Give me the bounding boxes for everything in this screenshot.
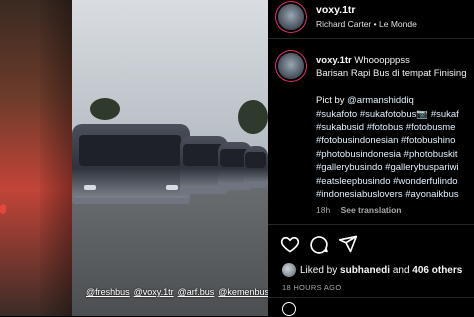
likes-mid: and [392,264,410,276]
separator-dot: • [373,19,377,29]
photo-tag[interactable]: @freshbus [86,287,130,297]
caption-line: Barisan Rapi Bus di tempat Finising [316,68,467,80]
caption-title: Whooopppss [351,55,410,66]
header-subline: Richard Carter • Le Monde [316,19,417,29]
liker-avatar[interactable] [282,263,296,277]
photo-bus-4 [244,146,268,188]
hashtag-line[interactable]: #sukabusid #fotobus #fotobusme [316,121,474,134]
photo-tag[interactable]: @voxy.1tr [134,287,174,297]
audio-artist[interactable]: Richard Carter [316,19,371,29]
photo-tags: @freshbus @voxy.1tr @arf.bus @kemenbus [86,287,268,297]
likes-prefix: Liked by [300,264,338,276]
photo-tag[interactable]: @arf.bus [178,287,215,297]
liker-username[interactable]: subhanedi [340,265,390,276]
bus-window [79,135,181,166]
caption-text: voxy.1tr Whooopppss Barisan Rapi Bus di … [316,54,474,201]
bus-headlight [166,184,179,190]
author-username[interactable]: voxy.1tr [316,4,356,16]
hashtag-line[interactable]: #fotobusindonesian #fotobushino [316,134,474,147]
photo-tree-right [238,100,268,134]
post-side-panel: voxy.1tr Richard Carter • Le Monde voxy.… [268,0,474,316]
notification-dot [0,204,6,214]
caption-prefix: Pict by [316,95,348,107]
caption-line: voxy.1tr Whooopppss [316,54,474,67]
caption-line: Pict by @armanshiddiq [316,94,474,107]
see-translation-link[interactable]: See translation [341,205,402,215]
hashtag-line[interactable]: #indonesiabuslovers #ayonaikbus [316,188,474,201]
author-avatar[interactable] [278,4,304,30]
bus-headlight [83,184,96,190]
hashtag-line[interactable]: #photobusindonesia #photobuskit [316,148,474,161]
post-photo[interactable]: @freshbus @voxy.1tr @arf.bus @kemenbus [72,0,268,316]
post-timestamp: 18 HOURS AGO [282,283,342,292]
audio-title[interactable]: Le Monde [379,19,417,29]
previous-post-preview[interactable] [0,0,72,316]
photo-tree-left [90,98,120,120]
caption-avatar[interactable] [278,53,304,79]
comment-icon[interactable] [309,234,329,254]
hashtag-line[interactable]: #eatsleepbusindo #wonderfulindo [316,175,474,188]
preview-fade [40,0,72,316]
likes-count[interactable]: 406 others [412,265,462,276]
caption-mention[interactable]: @armanshiddiq [347,95,414,106]
caption-time: 18h [316,205,331,215]
photo-bus-1 [72,124,190,204]
photo-tag[interactable]: @kemenbus [218,287,268,297]
caption-username[interactable]: voxy.1tr [316,55,352,66]
bus-window [245,151,267,168]
emoji-icon[interactable] [282,302,296,316]
hashtag-line[interactable]: #sukafoto #sukafotobus📷 #sukaf [316,108,474,121]
likes-row: Liked by subhanedi and 406 others [282,263,462,277]
comment-bar [268,297,474,317]
heart-icon[interactable] [280,234,300,254]
action-bar [268,224,474,261]
caption-block: voxy.1tr Whooopppss Barisan Rapi Bus di … [268,38,474,224]
share-icon[interactable] [338,234,358,254]
post-header: voxy.1tr Richard Carter • Le Monde [268,0,474,39]
caption-meta: 18h See translation [316,205,402,215]
hashtag-line[interactable]: #gallerybusindo #gallerybuspariwi [316,161,474,174]
